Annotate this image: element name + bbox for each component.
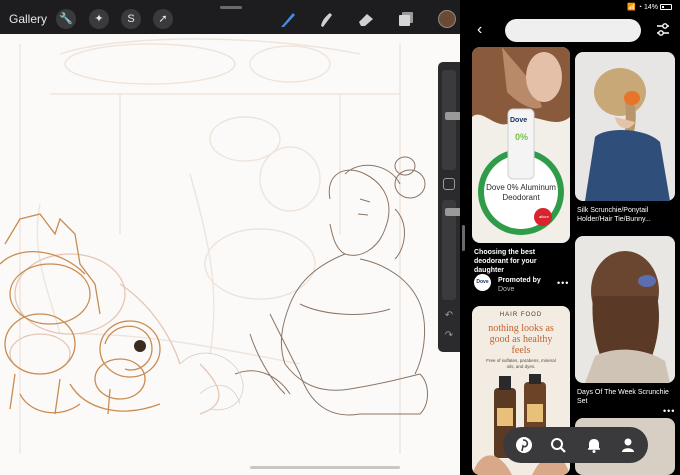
brush-sidebar: ↶ ↷ — [438, 62, 460, 352]
modify-square-button[interactable] — [443, 178, 455, 190]
selection-icon[interactable]: S — [121, 9, 141, 29]
procreate-toolbar: Gallery 🔧 ✦ S ➚ — [0, 0, 460, 34]
home-indicator[interactable] — [250, 466, 400, 469]
pin-scrunchie-title[interactable]: Silk Scrunchie/Ponytail Holder/Hair Tie/… — [577, 206, 675, 224]
drawing-canvas[interactable] — [0, 34, 460, 475]
search-icon[interactable] — [549, 436, 567, 454]
pin-days-image[interactable] — [575, 236, 675, 383]
dove-ad-illustration — [472, 47, 570, 235]
pinterest-app: 📶 ◔ 14% ‹ Dove 0% Dove 0% Aluminum Deodo… — [467, 0, 680, 475]
dove-zero-percent: 0% — [515, 132, 529, 142]
eraser-icon[interactable] — [356, 10, 376, 28]
smudge-icon[interactable] — [316, 10, 336, 28]
split-view-divider — [460, 0, 467, 475]
search-input[interactable] — [505, 19, 641, 42]
status-icons: 📶 ◔ — [627, 4, 643, 11]
brush-size-slider[interactable] — [442, 70, 460, 170]
brush-size-thumb[interactable] — [445, 112, 460, 120]
hairfood-brand: HAIR FOOD — [499, 312, 543, 318]
status-bar: 📶 ◔ 14% — [627, 3, 672, 11]
pin-days-more-icon[interactable]: ••• — [663, 406, 675, 416]
back-button[interactable]: ‹ — [477, 22, 482, 38]
window-handle[interactable] — [220, 6, 242, 9]
transform-arrow-icon[interactable]: ➚ — [153, 9, 173, 29]
hairfood-subtext: Free of sulfates, parabens, mineral oils… — [486, 358, 556, 369]
dove-ad-headline: Dove 0% Aluminum Deodorant — [486, 183, 556, 202]
dove-brand-avatar[interactable]: Dove — [474, 274, 491, 291]
procreate-app: Gallery 🔧 ✦ S ➚ ↶ ↷ — [0, 0, 460, 475]
opacity-slider[interactable] — [442, 200, 460, 300]
days-scrunchie-photo — [585, 251, 670, 383]
split-view-handle[interactable] — [462, 225, 465, 251]
undo-icon[interactable]: ↶ — [438, 310, 460, 321]
battery-level: 14% — [643, 4, 658, 11]
hairfood-headline: nothing looks as good as healthy feels — [488, 323, 554, 356]
pin-dove-title[interactable]: Choosing the best deodorant for your dau… — [474, 248, 564, 275]
pin-dove-image[interactable]: Dove 0% Dove 0% Aluminum Deodorant allur… — [472, 47, 570, 243]
pin-scrunchie-image[interactable] — [575, 52, 675, 201]
gallery-button[interactable]: Gallery — [9, 12, 47, 26]
battery-icon — [660, 4, 672, 11]
scrunchie-photo — [585, 68, 670, 201]
home-icon[interactable] — [515, 436, 533, 454]
adjustments-wand-icon[interactable]: ✦ — [89, 9, 109, 29]
opacity-thumb[interactable] — [445, 208, 460, 216]
notifications-bell-icon[interactable] — [585, 436, 603, 454]
bottom-navigation — [503, 427, 648, 463]
profile-icon[interactable] — [619, 436, 637, 454]
dove-product-logo: Dove — [510, 117, 528, 124]
actions-wrench-icon[interactable]: 🔧 — [56, 9, 76, 29]
pin-days-title[interactable]: Days Of The Week Scrunchie Set — [577, 388, 673, 406]
promoted-by: Promoted by Dove — [498, 277, 541, 293]
color-picker-button[interactable] — [438, 10, 456, 28]
layers-icon[interactable] — [396, 10, 416, 28]
allure-stamp: allure — [539, 214, 549, 219]
brush-icon[interactable] — [278, 10, 298, 28]
filter-sliders-icon[interactable] — [655, 21, 671, 39]
redo-icon[interactable]: ↷ — [438, 330, 460, 341]
pin-dove-more-icon[interactable]: ••• — [557, 278, 569, 288]
